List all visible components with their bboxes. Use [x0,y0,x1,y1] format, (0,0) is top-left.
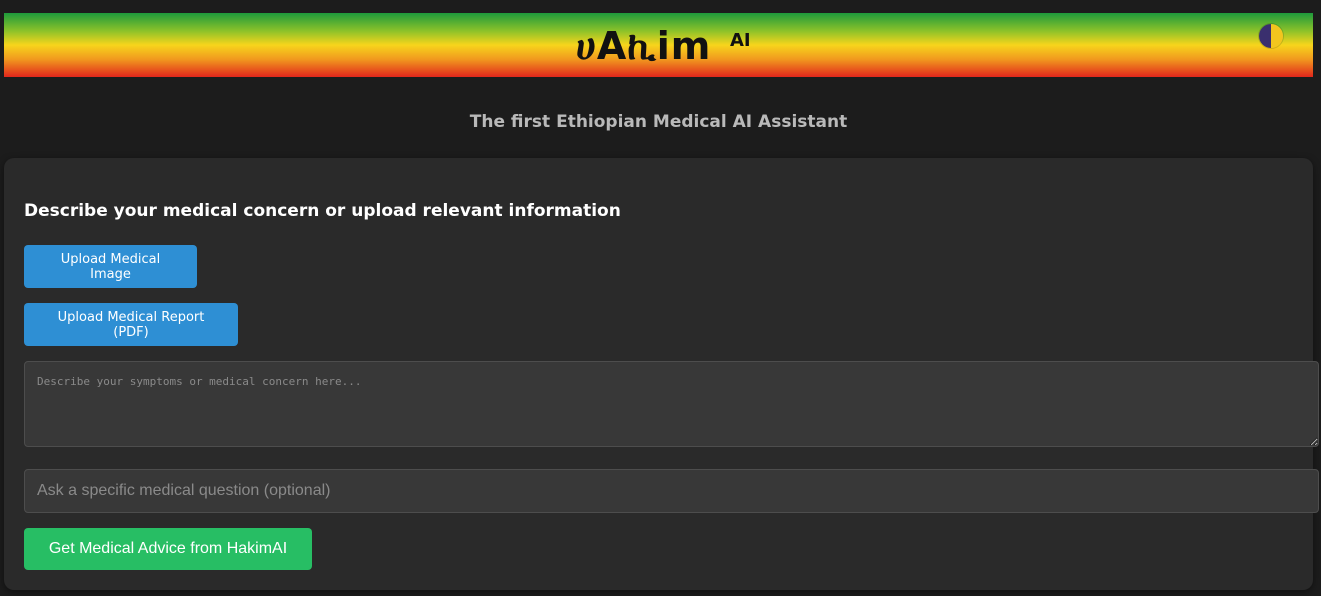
brand: ሀAኪim AI [4,13,1313,77]
get-advice-button[interactable]: Get Medical Advice from HakimAI [24,528,312,570]
header-banner: ሀAኪim AI [4,13,1313,77]
brand-logo-text: ሀAኪim [576,24,712,68]
upload-report-button[interactable]: Upload Medical Report (PDF) [24,303,238,346]
theme-toggle-icon[interactable] [1259,24,1283,48]
form-title: Describe your medical concern or upload … [24,201,621,221]
symptoms-textarea[interactable] [24,361,1319,447]
page-tagline: The first Ethiopian Medical AI Assistant [469,112,848,132]
brand-ai-badge: AI [730,30,751,51]
question-input[interactable] [24,469,1319,513]
upload-image-button[interactable]: Upload Medical Image [24,245,197,288]
